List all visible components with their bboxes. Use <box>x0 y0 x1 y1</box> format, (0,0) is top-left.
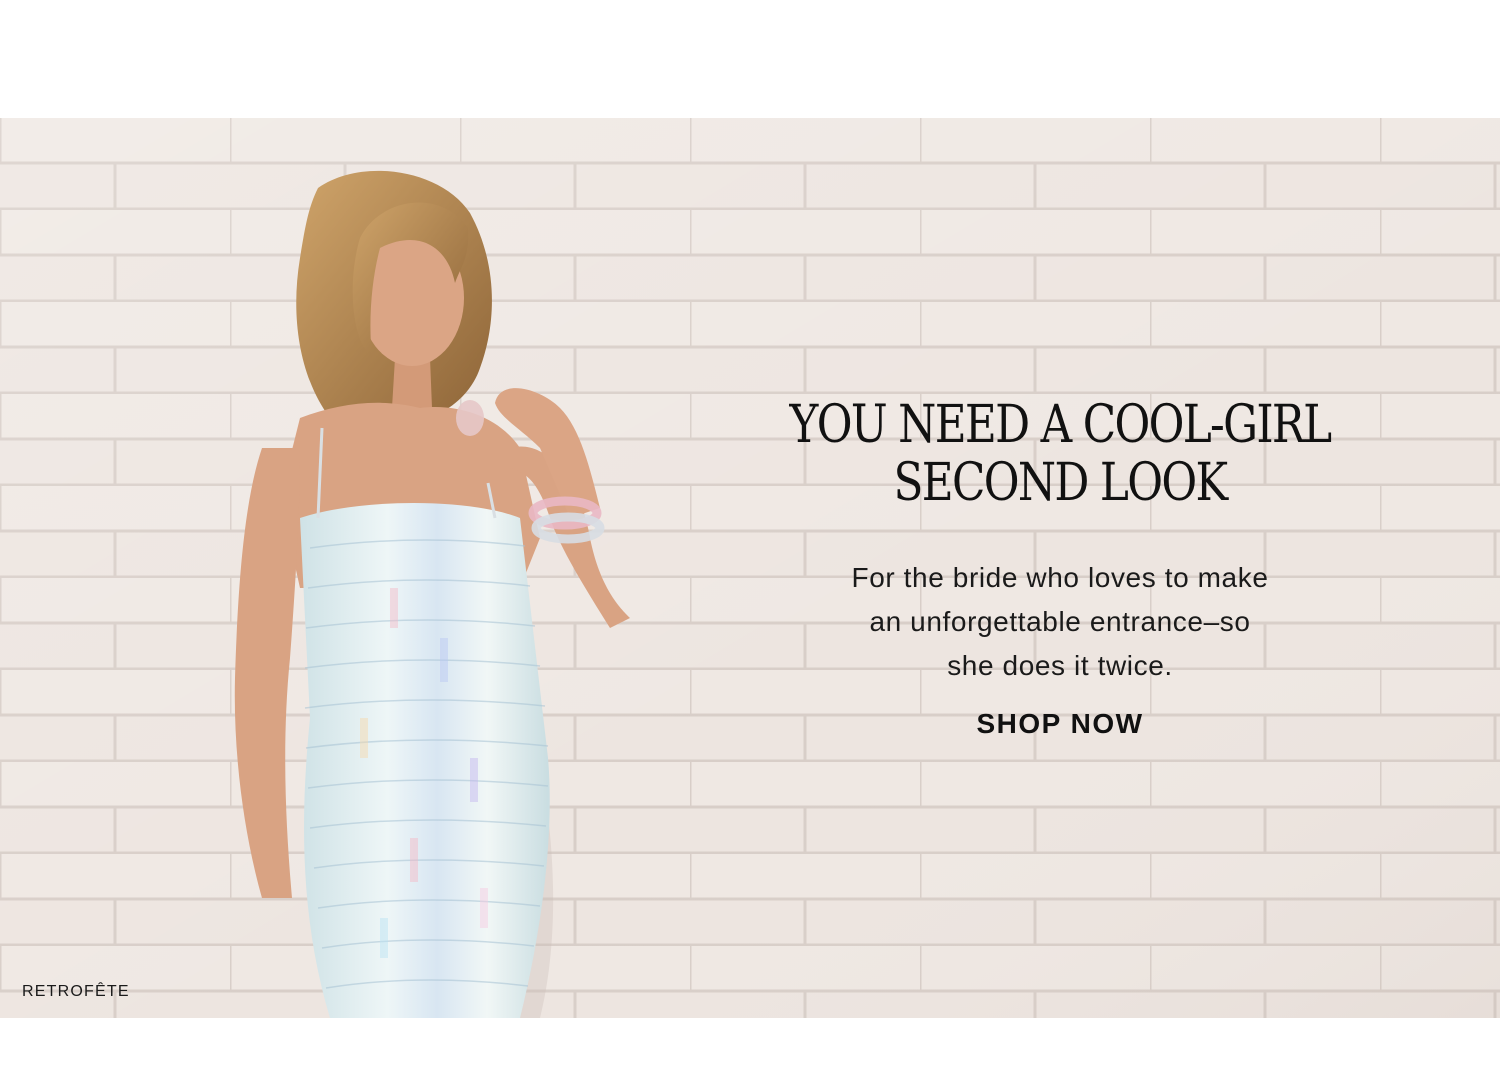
hero-headline-line: YOU NEED A COOL-GIRL <box>789 395 1333 455</box>
shop-now-button[interactable]: SHOP NOW <box>910 700 1210 748</box>
hero-subcopy-line: she does it twice. <box>947 650 1173 681</box>
hero-banner[interactable]: YOU NEED A COOL-GIRL SECOND LOOK For the… <box>0 118 1500 1018</box>
model-photo <box>234 170 630 1018</box>
hero-subcopy-line: For the bride who loves to make <box>851 562 1269 593</box>
hero-subcopy-line: an unforgettable entrance–so <box>869 606 1251 637</box>
brand-credit-label: RETROFÊTE <box>22 983 130 1000</box>
page: YOU NEED A COOL-GIRL SECOND LOOK For the… <box>0 0 1500 1086</box>
hero-copy: YOU NEED A COOL-GIRL SECOND LOOK For the… <box>700 118 1420 1018</box>
hero-subcopy: For the bride who loves to make an unfor… <box>700 556 1420 688</box>
hero-headline: YOU NEED A COOL-GIRL SECOND LOOK <box>758 396 1363 512</box>
hero-headline-line: SECOND LOOK <box>893 453 1229 513</box>
